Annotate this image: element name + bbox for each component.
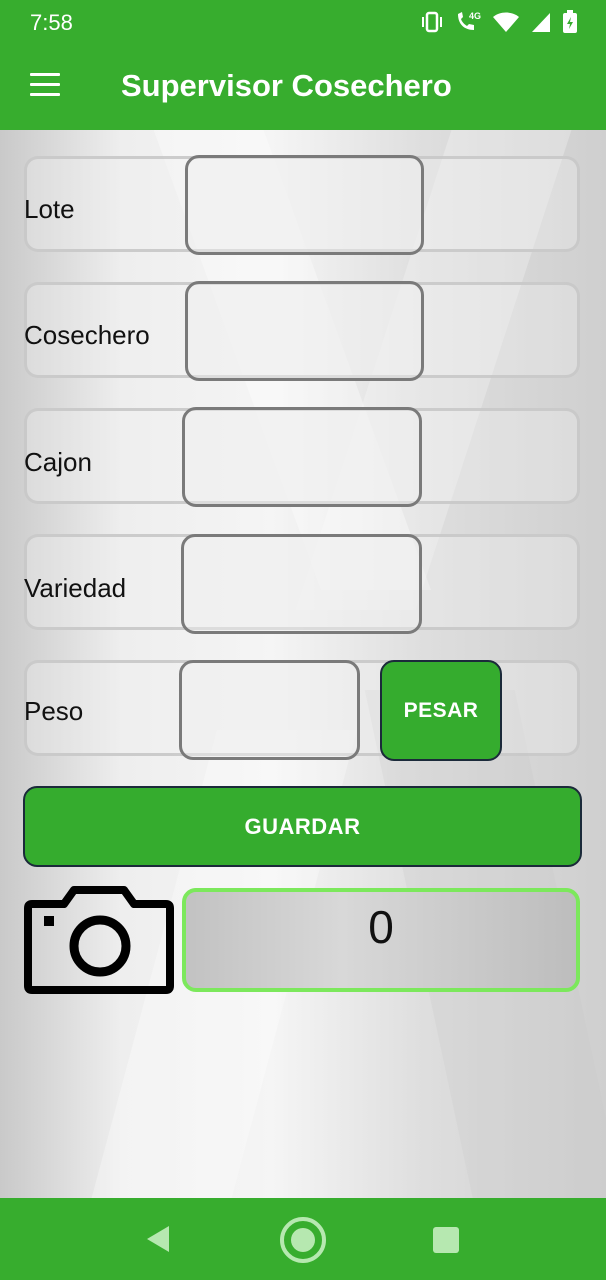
wifi-icon bbox=[493, 12, 519, 32]
wifi-calling-icon: 4G bbox=[458, 11, 481, 30]
status-time: 7:58 bbox=[30, 10, 73, 35]
app-bar: 7:58 4G Supervisor Cosechero bbox=[0, 0, 606, 130]
network-label: 4G bbox=[469, 11, 481, 21]
photo-count: 0 bbox=[182, 888, 580, 992]
peso-input[interactable] bbox=[179, 660, 360, 760]
recents-square-icon[interactable] bbox=[432, 1226, 460, 1254]
cajon-input[interactable] bbox=[182, 407, 422, 507]
lote-label: Lote bbox=[24, 194, 75, 224]
lote-input[interactable] bbox=[185, 155, 424, 255]
home-circle-icon[interactable] bbox=[278, 1215, 328, 1265]
variedad-label: Variedad bbox=[24, 573, 127, 603]
form-area: Lote Cosechero Cajon Variedad Peso PESAR… bbox=[0, 130, 606, 1198]
guardar-button[interactable]: GUARDAR bbox=[23, 786, 582, 867]
back-triangle-icon[interactable] bbox=[144, 1224, 174, 1254]
camera-icon[interactable] bbox=[24, 886, 174, 994]
peso-label: Peso bbox=[24, 696, 84, 726]
cosechero-label: Cosechero bbox=[24, 320, 150, 350]
status-icons: 4G bbox=[420, 10, 578, 34]
battery-icon bbox=[563, 10, 577, 33]
page-title: Supervisor Cosechero bbox=[121, 68, 452, 103]
cosechero-input[interactable] bbox=[185, 281, 424, 381]
hamburger-icon[interactable] bbox=[28, 70, 64, 100]
pesar-button[interactable]: PESAR bbox=[380, 660, 502, 761]
signal-icon bbox=[532, 13, 550, 32]
variedad-input[interactable] bbox=[181, 534, 422, 634]
system-nav-bar bbox=[0, 1198, 606, 1280]
cajon-label: Cajon bbox=[24, 447, 92, 477]
vibrate-icon bbox=[422, 11, 442, 33]
